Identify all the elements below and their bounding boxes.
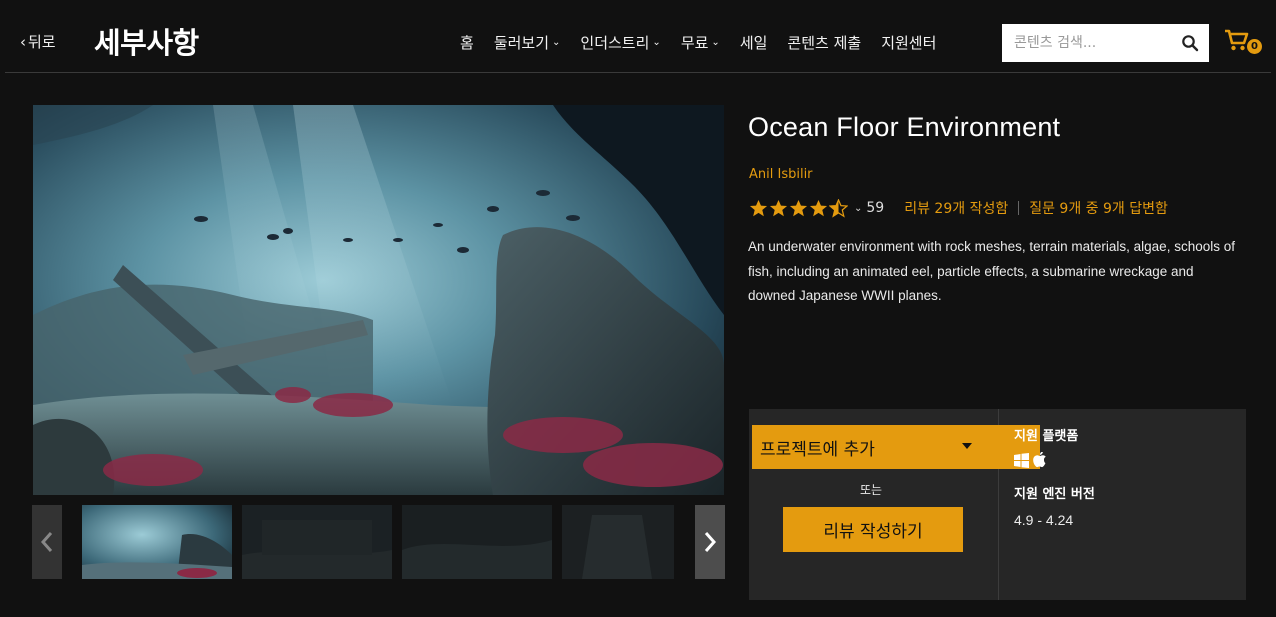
chevron-down-icon: ⌄ <box>711 37 720 48</box>
chevron-down-icon: ⌄ <box>552 37 561 48</box>
product-description: An underwater environment with rock mesh… <box>748 239 1235 303</box>
rating-row: ⌄ 59 리뷰 29개 작성함 질문 9개 중 9개 답변함 <box>749 198 1168 218</box>
platform-icons <box>1014 452 1047 468</box>
cart-button[interactable]: 0 <box>1224 28 1264 58</box>
nav-industries[interactable]: 인더스트리 ⌄ <box>580 32 660 53</box>
chevron-left-icon: ‹ <box>20 32 26 51</box>
engine-version-value: 4.9 - 4.24 <box>1014 512 1074 528</box>
add-to-project-label: 프로젝트에 추가 <box>760 439 875 460</box>
nav-browse[interactable]: 둘러보기 ⌄ <box>494 32 561 53</box>
rating-count: 59 <box>866 200 885 216</box>
top-bar: ‹ 뒤로 세부사항 홈 둘러보기 ⌄ 인더스트리 ⌄ 무료 ⌄ 세일 콘텐츠 제출 지… <box>0 0 1276 73</box>
caret-down-icon <box>962 443 972 449</box>
nav-free-label: 무료 <box>680 34 709 52</box>
nav-free[interactable]: 무료 ⌄ <box>681 32 720 53</box>
cart-icon <box>1225 29 1249 51</box>
page-title: 세부사항 <box>94 26 199 60</box>
star-full-icon <box>769 199 788 216</box>
cart-count-badge: 0 <box>1247 39 1262 54</box>
thumbnail-4[interactable] <box>562 505 674 579</box>
thumbnail-1[interactable] <box>82 505 232 579</box>
main-nav: 홈 둘러보기 ⌄ 인더스트리 ⌄ 무료 ⌄ 세일 콘텐츠 제출 지원센터 <box>460 32 956 53</box>
engine-version-heading: 지원 엔진 버전 <box>1014 487 1095 502</box>
nav-home[interactable]: 홈 <box>460 32 474 53</box>
nav-home-label: 홈 <box>460 34 474 52</box>
nav-submit-content-label: 콘텐츠 제출 <box>787 34 862 52</box>
nav-industries-label: 인더스트리 <box>580 34 650 52</box>
hero-image <box>33 105 724 495</box>
chevron-down-icon: ⌄ <box>652 37 661 48</box>
divider <box>1018 201 1020 215</box>
platform-heading: 지원 플랫폼 <box>1014 429 1079 444</box>
gallery-prev-button[interactable] <box>32 505 62 579</box>
windows-icon <box>1014 452 1029 468</box>
nav-sale[interactable]: 세일 <box>740 32 768 53</box>
add-to-project-dropdown[interactable]: 프로젝트에 추가 <box>752 425 1040 469</box>
nav-sale-label: 세일 <box>739 34 768 52</box>
reviews-link[interactable]: 리뷰 29개 작성함 <box>904 198 1008 218</box>
chevron-down-icon[interactable]: ⌄ <box>854 203 862 214</box>
search-icon[interactable] <box>1181 34 1199 52</box>
author-link[interactable]: Anil Isbilir <box>749 167 813 182</box>
nav-support-center[interactable]: 지원센터 <box>881 32 936 53</box>
star-half-icon <box>829 198 848 218</box>
or-label: 또는 <box>860 483 883 497</box>
chevron-left-icon <box>40 532 53 552</box>
star-full-icon <box>749 199 768 216</box>
star-full-icon <box>809 199 828 216</box>
search-box <box>1002 24 1209 62</box>
apple-icon <box>1033 452 1046 468</box>
gallery-next-button[interactable] <box>695 505 725 579</box>
nav-submit-content[interactable]: 콘텐츠 제출 <box>787 32 861 53</box>
rating-stars[interactable] <box>749 198 848 218</box>
nav-browse-label: 둘러보기 <box>493 34 550 52</box>
thumbnail-strip <box>32 505 725 579</box>
nav-support-center-label: 지원센터 <box>881 34 937 52</box>
star-full-icon <box>789 199 808 216</box>
thumbnail-3[interactable] <box>402 505 552 579</box>
product-title: Ocean Floor Environment <box>748 112 1061 142</box>
back-label: 뒤로 <box>28 33 56 51</box>
back-button[interactable]: ‹ 뒤로 <box>20 31 56 52</box>
write-review-button[interactable]: 리뷰 작성하기 <box>783 507 963 552</box>
chevron-right-icon <box>704 532 717 552</box>
questions-link[interactable]: 질문 9개 중 9개 답변함 <box>1029 198 1168 218</box>
search-input[interactable] <box>1002 24 1184 62</box>
header-divider <box>5 72 1271 73</box>
thumbnail-2[interactable] <box>242 505 392 579</box>
